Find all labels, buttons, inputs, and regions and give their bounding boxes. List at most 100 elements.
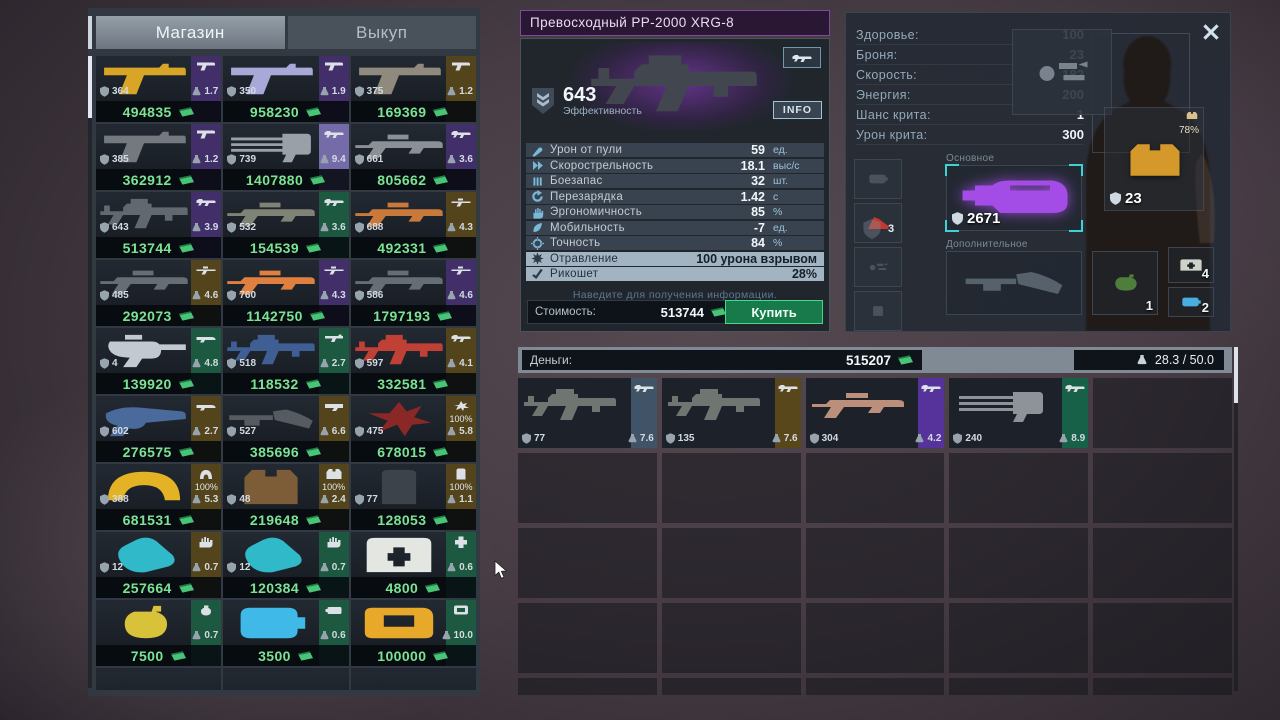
implant-slot-4[interactable]: [854, 291, 902, 331]
stat-row[interactable]: Урон от пули 59 ед.: [526, 143, 824, 157]
inventory-item[interactable]: [518, 678, 657, 695]
shop-item[interactable]: [223, 668, 348, 690]
stat-row[interactable]: Перезарядка 1.42 с: [526, 190, 824, 204]
inventory-item[interactable]: [518, 603, 657, 673]
stat-row[interactable]: Эргономичность 85 %: [526, 205, 824, 219]
stat-row[interactable]: Боезапас 32 шт.: [526, 174, 824, 188]
inventory-item[interactable]: [949, 678, 1088, 695]
inventory-item[interactable]: [1093, 678, 1232, 695]
special-stat-row[interactable]: Отравление 100 урона взрывом: [526, 252, 824, 266]
shop-item[interactable]: 100% 475 5.8 678015: [351, 396, 476, 462]
inventory-item[interactable]: [1093, 528, 1232, 598]
close-button[interactable]: [1200, 21, 1222, 43]
money-icon: [432, 651, 449, 661]
inventory-item[interactable]: 240 8.9: [949, 378, 1088, 448]
inventory-item[interactable]: [662, 678, 801, 695]
shop-item[interactable]: 364 1.7 494835: [96, 56, 221, 122]
shop-item[interactable]: 485 4.6 292073: [96, 260, 221, 326]
money-icon: [436, 311, 453, 321]
stat-row[interactable]: Скорострельность 18.1 выс/с: [526, 159, 824, 173]
shop-item[interactable]: 100% 48 2.4 219648: [223, 464, 348, 530]
implant-slot-1[interactable]: [854, 159, 902, 199]
battery-slot[interactable]: 2: [1168, 287, 1214, 317]
grenade-slot[interactable]: 1: [1092, 251, 1158, 315]
inventory-item[interactable]: [806, 528, 945, 598]
misc-slot[interactable]: [1012, 29, 1112, 115]
info-button[interactable]: INFO: [773, 101, 822, 119]
shop-item[interactable]: 12 0.7 120384: [223, 532, 348, 598]
stat-value: 32: [751, 174, 765, 188]
inventory-item[interactable]: [806, 453, 945, 523]
inventory-item[interactable]: [662, 453, 801, 523]
medkit-slot[interactable]: 4: [1168, 247, 1214, 283]
shop-item[interactable]: 0.7 7500: [96, 600, 221, 666]
item-type-icon: [450, 536, 472, 548]
item-price: 1797193: [351, 305, 476, 326]
shop-item[interactable]: 602 2.7 276575: [96, 396, 221, 462]
shop-item[interactable]: 739 9.4 1407880: [223, 124, 348, 190]
shop-item[interactable]: 100% 77 1.1 128053: [351, 464, 476, 530]
inventory-item[interactable]: [518, 453, 657, 523]
implant-slot-2[interactable]: 3: [854, 203, 902, 243]
cost-value: 513744: [661, 305, 704, 320]
shop-item[interactable]: 375 1.2 169369: [351, 56, 476, 122]
inventory-item[interactable]: [662, 603, 801, 673]
money-icon: [178, 379, 195, 389]
inventory-item[interactable]: [518, 528, 657, 598]
shop-item[interactable]: 10.0 100000: [351, 600, 476, 666]
inventory-item[interactable]: 77 7.6: [518, 378, 657, 448]
game-screen: { "shop": { "tab_shop": "Магазин", "tab_…: [0, 0, 1280, 720]
shop-scrollbar-track[interactable]: [88, 56, 92, 688]
shop-item[interactable]: 0.6 3500: [223, 600, 348, 666]
tab-buyback[interactable]: Выкуп: [288, 16, 477, 49]
inventory-item[interactable]: [806, 678, 945, 695]
shop-item[interactable]: 688 4.3 492331: [351, 192, 476, 258]
inventory-item[interactable]: 304 4.2: [806, 378, 945, 448]
tab-shop[interactable]: Магазин: [96, 16, 285, 49]
inventory-scrollbar-thumb[interactable]: [1234, 347, 1238, 403]
shop-item[interactable]: 597 4.1 332581: [351, 328, 476, 394]
primary-weapon-slot[interactable]: 2671: [946, 165, 1082, 231]
inventory-item[interactable]: [1093, 453, 1232, 523]
shop-item[interactable]: 661 3.6 805662: [351, 124, 476, 190]
shop-item[interactable]: 4 4.8 139920: [96, 328, 221, 394]
inventory-item[interactable]: [949, 528, 1088, 598]
shop-item[interactable]: 760 4.3 1142750: [223, 260, 348, 326]
stat-unit: с: [773, 191, 821, 203]
shop-item[interactable]: 643 3.9 513744: [96, 192, 221, 258]
item-armor-stat: 375: [355, 86, 384, 97]
inventory-item[interactable]: [1093, 603, 1232, 673]
shop-item[interactable]: 0.6 4800: [351, 532, 476, 598]
stat-value: -7: [754, 221, 765, 235]
special-stat-row[interactable]: Рикошет 28%: [526, 267, 824, 281]
shop-item[interactable]: 100% 388 5.3 681531: [96, 464, 221, 530]
shop-item[interactable]: 527 6.6 385696: [223, 396, 348, 462]
inventory-item[interactable]: [949, 453, 1088, 523]
shop-item[interactable]: [351, 668, 476, 690]
shop-item[interactable]: [96, 668, 221, 690]
inventory-item[interactable]: 135 7.6: [662, 378, 801, 448]
shop-scrollbar-thumb[interactable]: [88, 56, 92, 118]
stat-row[interactable]: Мобильность -7 ед.: [526, 221, 824, 235]
shop-item[interactable]: 12 0.7 257664: [96, 532, 221, 598]
shop-item[interactable]: 518 2.7 118532: [223, 328, 348, 394]
shop-item[interactable]: 385 1.2 362912: [96, 124, 221, 190]
weapon-class-button[interactable]: [783, 47, 821, 68]
item-price: 332581: [351, 373, 476, 394]
buy-button[interactable]: Купить: [725, 300, 823, 324]
inventory-item[interactable]: [949, 603, 1088, 673]
shield-icon: [100, 562, 109, 573]
money-icon: [309, 311, 326, 321]
inventory-item[interactable]: [662, 528, 801, 598]
shop-item[interactable]: 350 1.9 958230: [223, 56, 348, 122]
stat-row[interactable]: Точность 84 %: [526, 236, 824, 250]
tab-tick: [88, 16, 92, 49]
secondary-weapon-slot[interactable]: [946, 251, 1082, 315]
implant-slot-3[interactable]: [854, 247, 902, 287]
inventory-item[interactable]: [806, 603, 945, 673]
inventory-item[interactable]: [1093, 378, 1232, 448]
shop-item[interactable]: 532 3.6 154539: [223, 192, 348, 258]
armor-slot[interactable]: 78% 23: [1104, 107, 1204, 211]
shop-item[interactable]: 586 4.6 1797193: [351, 260, 476, 326]
stat-value: 100 урона взрывом: [696, 252, 817, 266]
